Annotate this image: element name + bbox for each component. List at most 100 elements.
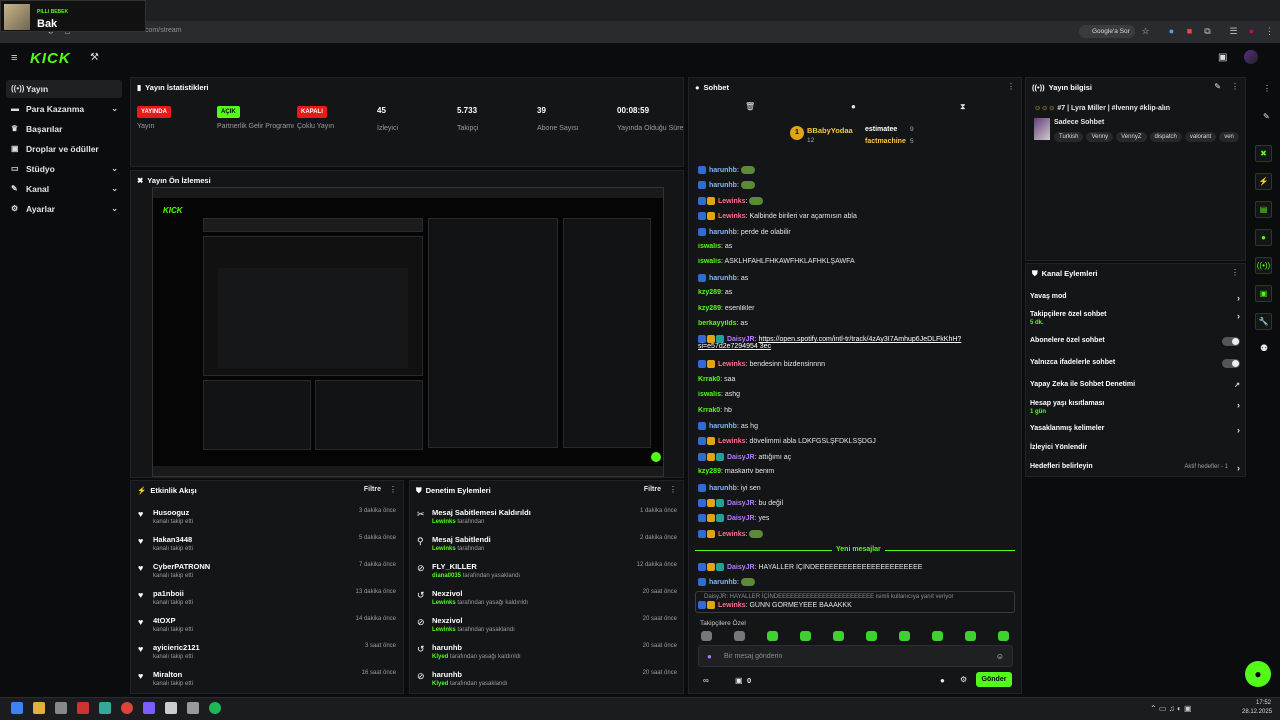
chat-settings-bubble-icon[interactable]: ● (940, 676, 945, 685)
chat-username[interactable]: harunhb (709, 167, 737, 174)
moderation-row[interactable]: ⊘ Nexzivol Lewinks tarafından yasaklandı 20… (417, 616, 677, 640)
sidebar-item-studio[interactable]: ▭ Stüdyo ⌄ (6, 160, 122, 178)
chevron-right-icon[interactable]: › (1237, 311, 1240, 321)
more-icon[interactable]: ⋮ (389, 485, 397, 494)
settings-icon[interactable] (187, 702, 199, 714)
chat-username[interactable]: Lewinks (718, 198, 746, 205)
chat-message[interactable]: Lewinks: dövelimmi abla LDKFGSLŞFDKLSŞDG… (698, 437, 1013, 446)
channel-action-row[interactable]: Yalnızca ifadelerle sohbet (1030, 359, 1240, 375)
chat-username[interactable]: kzy289 (698, 289, 721, 296)
chat-username[interactable]: Lewinks (718, 213, 746, 220)
rail-panel-icon[interactable]: ▣ (1255, 285, 1272, 302)
hourglass-icon[interactable]: ⧗ (960, 102, 966, 112)
chat-username[interactable]: harunhb (709, 275, 737, 282)
chat-message[interactable]: berkayyilds: as (698, 320, 1013, 327)
sidebar-item-settings[interactable]: ⚙ Ayarlar ⌄ (6, 200, 122, 218)
chat-username[interactable]: Krrak0 (698, 407, 720, 414)
top-gifter-name[interactable]: estimatee (865, 126, 897, 133)
chat-message[interactable]: Krrak0: saa (698, 376, 1013, 383)
chevron-right-icon[interactable]: › (1237, 425, 1240, 435)
toggle-switch[interactable] (1222, 359, 1240, 368)
channel-action-row[interactable]: İzleyici Yönlendir (1030, 444, 1240, 460)
moderator-name[interactable]: Lewinks (432, 519, 456, 525)
emote-icon[interactable] (734, 631, 745, 641)
chat-username[interactable]: berkayyilds (698, 320, 737, 327)
chat-message[interactable]: DaisyJR: bu değil (698, 499, 1013, 507)
moderation-row[interactable]: ⊘ FLY_KILLER diana0035 tarafından yasaklan… (417, 562, 677, 586)
trash-icon[interactable]: 🗑 (745, 102, 755, 111)
emoji-icon[interactable]: ☺ (996, 652, 1004, 661)
event-row[interactable]: ♥ Husooguz kanalı takip etti 3 dakika önce (138, 508, 396, 532)
gift-icon[interactable]: ▣ (735, 676, 743, 685)
emote-icon[interactable] (800, 631, 811, 641)
moderator-name[interactable]: Klyed (432, 681, 448, 687)
channel-action-row[interactable]: Hedefleri belirleyin › Aktif hedefler - 1 (1030, 463, 1240, 479)
chat-message[interactable]: Lewinks: (698, 529, 1013, 538)
event-row[interactable]: ♥ pa1nboii kanalı takip etti 13 dakika önce (138, 589, 396, 613)
chat-username[interactable]: harunhb (709, 579, 737, 586)
sidebar-item-drops[interactable]: ▣ Droplar ve ödüller (6, 140, 122, 158)
emote-icon[interactable] (866, 631, 877, 641)
event-row[interactable]: ♥ Hakan3448 kanalı takip etti 5 dakika önce (138, 535, 396, 559)
chat-username[interactable]: Lewinks (718, 438, 746, 445)
chat-message[interactable]: kzy289: esenlikler (698, 305, 1013, 312)
app-icon[interactable] (77, 702, 89, 714)
moderator-name[interactable]: Lewinks (432, 627, 456, 633)
chat-username[interactable]: harunhb (709, 484, 737, 491)
chat-message[interactable]: DaisyJR: https://open.spotify.com/intl-t… (698, 335, 1013, 350)
app-icon[interactable] (55, 702, 67, 714)
chat-username[interactable]: harunhb (709, 182, 737, 189)
chat-message[interactable]: harunhb: (698, 166, 1013, 174)
top-gifter-name[interactable]: factmachine (865, 138, 906, 145)
channel-action-row[interactable]: Takipçilere özel sohbet 5 dk. › (1030, 311, 1240, 327)
emote-icon[interactable] (899, 631, 910, 641)
channel-points-icon[interactable]: ∞ (703, 676, 709, 685)
chat-message[interactable]: harunhb: iyi sen (698, 483, 1013, 492)
extension-icon[interactable]: ■ (1184, 26, 1195, 37)
chat-username[interactable]: kzy289 (698, 305, 721, 312)
chat-username[interactable]: DaisyJR (727, 454, 755, 461)
chat-username[interactable]: DaisyJR (727, 564, 755, 571)
channel-action-row[interactable]: Yavaş mod › (1030, 293, 1240, 309)
mic-icon[interactable]: ● (707, 652, 712, 661)
chat-message[interactable]: kzy289: maskartv benim (698, 468, 1013, 475)
emote-icon[interactable] (932, 631, 943, 641)
puzzle-icon[interactable]: ⧉ (1202, 26, 1213, 37)
moderation-row[interactable]: ↺ harunhb Klyed tarafından yasağı kaldırıl… (417, 643, 677, 667)
chat-message[interactable]: DaisyJR: yes (698, 514, 1013, 523)
chat-message[interactable]: DaisyJR: attığımı aç (698, 452, 1013, 461)
chat-username[interactable]: Krrak0 (698, 376, 720, 383)
toggle-switch[interactable] (1222, 337, 1240, 346)
chat-message[interactable]: iswalis: as (698, 243, 1013, 250)
sidebar-item-monetization[interactable]: ▬ Para Kazanma ⌄ (6, 100, 122, 118)
moderator-name[interactable]: diana0035 (432, 573, 461, 579)
chat-message[interactable]: iswalis: ASKLHFAHLFHKAWFHKLAFHKLŞAWFA (698, 258, 1013, 265)
more-icon[interactable]: ⋮ (669, 485, 677, 494)
rail-stream-icon[interactable]: ✖ (1255, 145, 1272, 162)
rail-wrench-icon[interactable]: 🔧 (1255, 313, 1272, 330)
sidebar-item-channel[interactable]: ✎ Kanal ⌄ (6, 180, 122, 198)
hammer-icon[interactable]: ⚒ (90, 52, 99, 63)
emote-icon[interactable] (767, 631, 778, 641)
kick-logo[interactable]: KICK (30, 50, 71, 67)
emote-icon[interactable] (701, 631, 712, 641)
event-row[interactable]: ♥ CyberPATRONN kanalı takip etti 7 dakika ö… (138, 562, 396, 586)
chat-username[interactable]: Lewinks (718, 531, 746, 538)
chat-username[interactable]: iswalis (698, 391, 721, 398)
chat-input[interactable]: ● Bir mesaj gönderin ☺ (698, 645, 1013, 667)
category-name[interactable]: Sadece Sohbet (1054, 119, 1104, 126)
rail-broadcast-icon[interactable]: ((•)) (1255, 257, 1272, 274)
user-avatar[interactable] (1244, 50, 1258, 64)
moderation-row[interactable]: ⚲ Mesaj Sabitlendi Lewinks tarafından 2 dak… (417, 535, 677, 559)
app-icon[interactable] (143, 702, 155, 714)
moderator-name[interactable]: Klyed (432, 654, 448, 660)
more-icon[interactable]: ⋮ (1231, 82, 1239, 91)
chat-username[interactable]: harunhb (709, 228, 737, 235)
moderation-row[interactable]: ⊘ harunhb Klyed tarafından yasaklandı 20 sa… (417, 670, 677, 694)
folder-icon[interactable] (33, 702, 45, 714)
chat-message[interactable]: harunhb: perde de olabilir (698, 227, 1013, 236)
more-icon[interactable]: ⋮ (1231, 268, 1239, 277)
chat-message[interactable]: Lewinks: Kalbinde birileri var açarmısın… (698, 212, 1013, 221)
events-filter-button[interactable]: Filtre (364, 486, 381, 493)
star-icon[interactable]: ☆ (1140, 26, 1151, 37)
